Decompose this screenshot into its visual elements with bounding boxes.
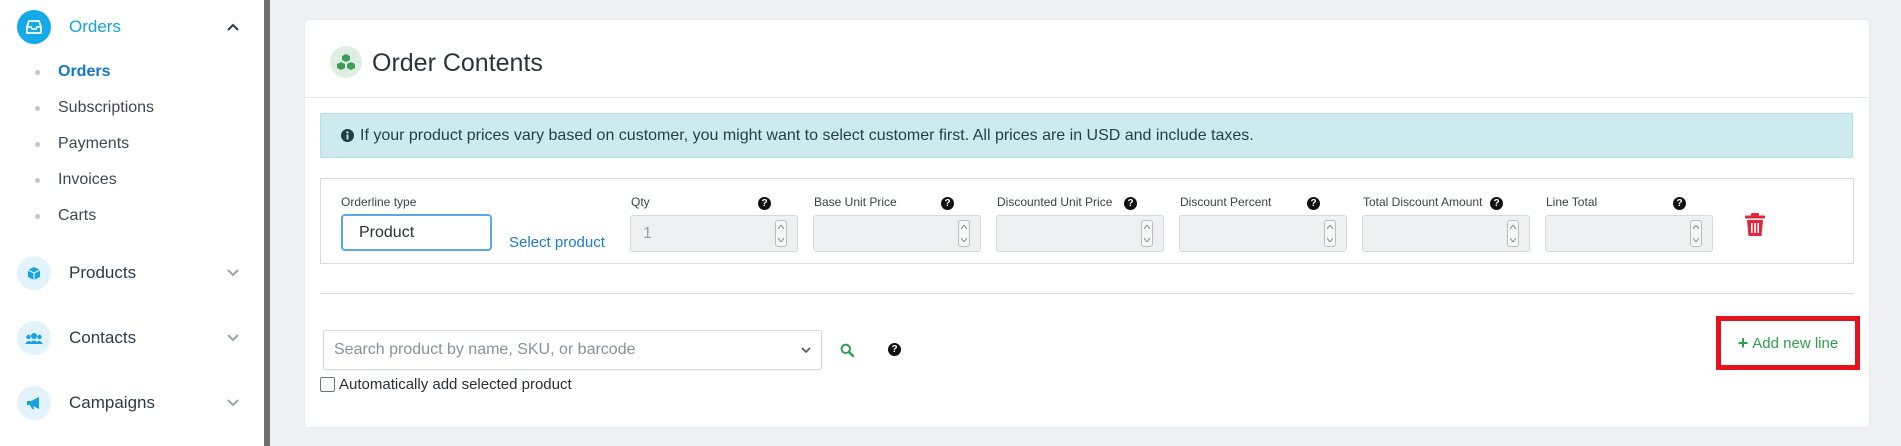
alert-text: If your product prices vary based on cus…: [360, 126, 1254, 144]
discounted-unit-price-label: Discounted Unit Price: [997, 195, 1113, 209]
order-contents-card: Order Contents If your product prices va…: [305, 20, 1869, 427]
bullet-icon: [35, 141, 40, 147]
sidebar-item-subscriptions[interactable]: Subscriptions: [35, 99, 154, 117]
chevron-down-icon: [224, 329, 242, 347]
sidebar-item-label: Invoices: [58, 171, 117, 188]
number-spinner[interactable]: [958, 220, 970, 247]
search-icon[interactable]: [836, 339, 858, 361]
bullet-icon: [35, 105, 40, 111]
product-search-select[interactable]: Search product by name, SKU, or barcode: [323, 330, 822, 370]
sidebar-item-label: Subscriptions: [58, 99, 155, 116]
plus-icon: +: [1737, 332, 1749, 353]
qty-input[interactable]: 1: [630, 215, 798, 252]
chevron-up-icon: [224, 18, 242, 36]
card-header: Order Contents: [305, 20, 1869, 98]
auto-add-label: Automatically add selected product: [339, 376, 572, 393]
sidebar-item-orders[interactable]: Orders: [35, 63, 110, 81]
total-discount-amount-input[interactable]: [1362, 215, 1530, 252]
sidebar-group-label: Contacts: [69, 328, 137, 347]
search-placeholder: Search product by name, SKU, or barcode: [334, 341, 636, 358]
help-icon[interactable]: ?: [888, 343, 901, 356]
box-icon: [17, 256, 51, 290]
info-circle-icon: [341, 129, 354, 142]
sidebar-item-carts[interactable]: Carts: [35, 207, 96, 225]
total-discount-amount-label: Total Discount Amount: [1363, 195, 1483, 209]
sidebar-divider[interactable]: [264, 0, 270, 446]
sidebar-item-payments[interactable]: Payments: [35, 135, 129, 153]
trash-icon[interactable]: [1744, 212, 1768, 238]
page-title: Order Contents: [372, 49, 543, 77]
help-icon[interactable]: ?: [1673, 197, 1686, 210]
base-unit-price-input[interactable]: [813, 215, 981, 252]
inbox-icon: [17, 10, 51, 44]
info-alert: If your product prices vary based on cus…: [320, 113, 1853, 158]
number-spinner[interactable]: [1507, 220, 1519, 247]
sidebar-item-label: Payments: [58, 135, 130, 152]
section-divider: [320, 293, 1854, 294]
qty-value: 1: [643, 224, 652, 242]
bullet-icon: [35, 213, 40, 219]
sidebar-group-campaigns[interactable]: Campaigns: [17, 386, 242, 420]
help-icon[interactable]: ?: [1490, 197, 1503, 210]
megaphone-icon: [17, 386, 51, 420]
number-spinner[interactable]: [775, 220, 787, 247]
chevron-down-icon: [791, 347, 821, 353]
number-spinner[interactable]: [1324, 220, 1336, 247]
discount-percent-input[interactable]: [1179, 215, 1347, 252]
chevron-down-icon: [224, 394, 242, 412]
help-icon[interactable]: ?: [941, 197, 954, 210]
number-spinner[interactable]: [1141, 220, 1153, 247]
sidebar-group-label: Orders: [69, 17, 121, 36]
discounted-unit-price-input[interactable]: [996, 215, 1164, 252]
sidebar: Orders Orders Subscriptions Payments Inv…: [0, 0, 264, 446]
add-new-line-button[interactable]: + Add new line: [1716, 316, 1860, 370]
cubes-icon: [330, 46, 362, 78]
line-total-label: Line Total: [1546, 195, 1598, 209]
sidebar-item-label: Carts: [58, 207, 97, 224]
sidebar-group-contacts[interactable]: Contacts: [17, 321, 242, 355]
help-icon[interactable]: ?: [1124, 197, 1137, 210]
sidebar-item-label: Orders: [58, 63, 111, 80]
users-icon: [17, 321, 51, 355]
qty-label: Qty: [631, 195, 650, 209]
base-unit-price-label: Base Unit Price: [814, 195, 897, 209]
auto-add-option[interactable]: Automatically add selected product: [320, 376, 572, 393]
auto-add-checkbox[interactable]: [320, 377, 335, 392]
sidebar-item-invoices[interactable]: Invoices: [35, 171, 117, 189]
select-product-link[interactable]: Select product: [509, 234, 605, 251]
add-new-line-label: Add new line: [1752, 334, 1839, 352]
bullet-icon: [35, 69, 40, 75]
help-icon[interactable]: ?: [1307, 197, 1320, 210]
orderline-type-label: Orderline type: [341, 195, 417, 209]
sidebar-group-products[interactable]: Products: [17, 256, 242, 290]
sidebar-group-label: Products: [69, 263, 137, 282]
sidebar-group-orders[interactable]: Orders: [17, 10, 242, 44]
line-total-input[interactable]: [1545, 215, 1713, 252]
discount-percent-label: Discount Percent: [1180, 195, 1272, 209]
orderline-row: Orderline type Product Select product Qt…: [320, 178, 1854, 264]
chevron-down-icon: [224, 264, 242, 282]
orderline-type-select[interactable]: Product: [341, 214, 492, 251]
bullet-icon: [35, 177, 40, 183]
help-icon[interactable]: ?: [758, 197, 771, 210]
sidebar-group-label: Campaigns: [69, 393, 155, 412]
number-spinner[interactable]: [1690, 220, 1702, 247]
